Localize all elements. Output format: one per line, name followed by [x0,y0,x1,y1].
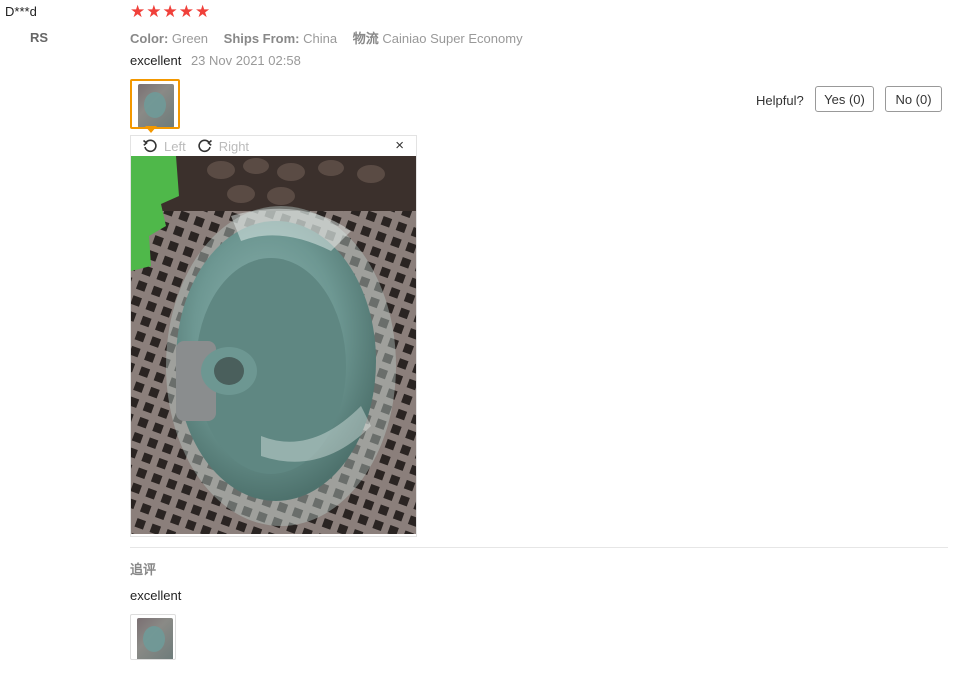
review-content: excellent 23 Nov 2021 02:58 [130,53,301,68]
order-properties: Color: Green Ships From: China 物流 Cainia… [130,28,535,47]
review-text: excellent [130,53,182,68]
followup-divider [130,547,948,548]
star-rating: ★ ★ ★ ★ ★ [130,3,210,21]
star-icon: ★ [178,2,194,21]
followup-text: excellent [130,588,182,603]
rotate-left-button[interactable]: Left [142,138,186,154]
prop-ships-from: Ships From: China [223,31,338,46]
star-icon: ★ [162,2,178,21]
reviewer-country: RS [30,30,49,45]
rotate-right-label: Right [218,138,250,154]
helpful-label: Helpful? [756,93,804,108]
close-icon[interactable]: × [395,138,404,154]
thumbnail-image [137,618,173,659]
rotate-right-button[interactable]: Right [197,138,249,154]
rotate-left-label: Left [164,138,186,154]
photo-viewer: Left Right × [130,135,417,537]
rotate-left-icon [142,139,157,153]
thumbnail-image [138,84,174,127]
review-date: 23 Nov 2021 02:58 [190,53,301,68]
star-icon: ★ [195,2,211,21]
viewer-toolbar: Left Right × [131,136,416,156]
followup-photo-thumbnail[interactable] [130,614,176,660]
helpful-no-button[interactable]: No (0) [885,86,942,112]
thumbnail-pointer [145,126,157,133]
prop-logistics: 物流 Cainiao Super Economy [352,31,523,46]
prop-color: Color: Green [130,31,209,46]
star-icon: ★ [130,2,146,21]
review-photo [131,156,416,534]
review-photo-thumbnail[interactable] [130,79,180,129]
star-icon: ★ [146,2,162,21]
helpful-yes-button[interactable]: Yes (0) [815,86,874,112]
reviewer-name: D***d [5,4,37,19]
rotate-right-icon [198,139,212,153]
product-photo-image [131,156,416,534]
followup-title: 追评 [130,562,157,577]
